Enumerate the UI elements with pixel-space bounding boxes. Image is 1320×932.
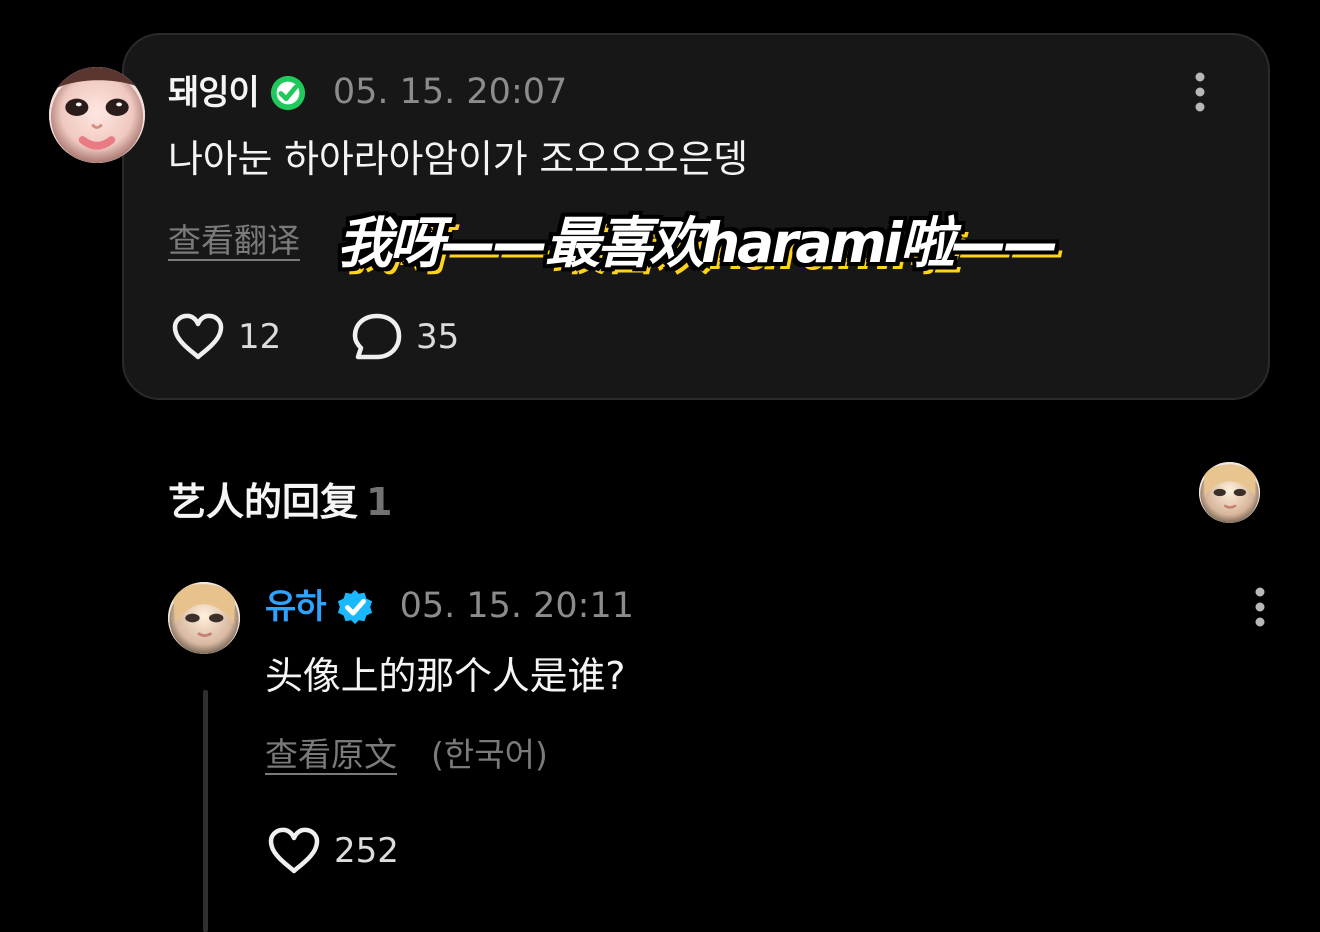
- main-comment-like-count: 12: [238, 317, 282, 357]
- main-comment-username[interactable]: 돼잉이: [168, 76, 260, 110]
- reply-avatar[interactable]: [168, 582, 240, 654]
- reply-header: 유하 05. 15. 20:11: [265, 584, 634, 629]
- more-vertical-icon[interactable]: [1193, 72, 1207, 112]
- fan-comment-screen: 돼잉이 05. 15. 20:07 나아눈 하아라아암이가 조오오오은뎅 查看翻…: [0, 0, 1320, 932]
- more-vertical-icon[interactable]: [1253, 587, 1267, 627]
- language-note: (한국어): [431, 735, 548, 774]
- reply-timestamp: 05. 15. 20:11: [399, 586, 635, 626]
- reply-text: 头像上的那个人是谁?: [265, 654, 626, 698]
- main-comment-avatar[interactable]: [49, 67, 145, 163]
- artist-replies-count: 1: [366, 480, 393, 524]
- artist-replies-label: 艺人的回复: [168, 480, 359, 524]
- overlay-caption: 我呀——最喜欢harami啦——: [337, 211, 1059, 275]
- reply-thread-line: [203, 690, 208, 932]
- heart-outline-icon: [268, 827, 320, 874]
- main-comment-timestamp: 05. 15. 20:07: [332, 72, 568, 112]
- artist-avatar-header[interactable]: [1199, 462, 1260, 523]
- reply-like-button[interactable]: 252: [267, 826, 399, 876]
- main-comment-comments-count: 35: [416, 317, 460, 357]
- main-comment-like-button[interactable]: 12: [171, 312, 281, 362]
- main-comment-comments-button[interactable]: 35: [351, 312, 459, 362]
- verified-check-icon: [270, 75, 305, 110]
- artist-replies-title: 艺人的回复 1: [168, 471, 392, 526]
- main-comment-header: 돼잉이 05. 15. 20:07: [168, 70, 567, 115]
- translate-link[interactable]: 查看翻译: [168, 214, 300, 262]
- view-original-link[interactable]: 查看原文: [265, 728, 397, 776]
- comment-bubble-icon: [352, 313, 402, 360]
- main-comment-text: 나아눈 하아라아암이가 조오오오은뎅: [168, 137, 748, 181]
- reply-like-count: 252: [334, 831, 399, 871]
- verified-check-icon: [337, 589, 372, 624]
- heart-outline-icon: [172, 313, 224, 360]
- reply-username[interactable]: 유하: [265, 590, 327, 624]
